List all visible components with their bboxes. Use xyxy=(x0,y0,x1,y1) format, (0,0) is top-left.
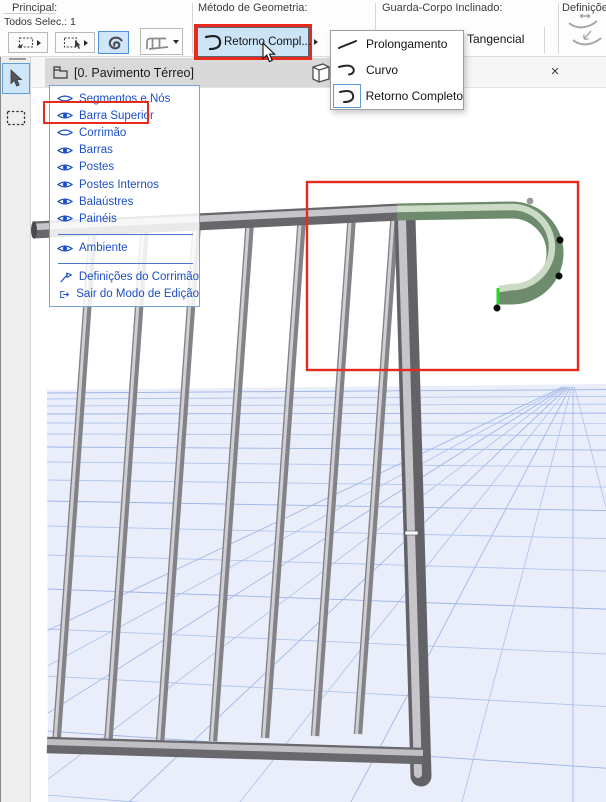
eye-open-icon[interactable] xyxy=(57,243,73,254)
snap-magnet-button[interactable] xyxy=(98,31,129,54)
node-handle-3[interactable] xyxy=(493,304,501,312)
railing-settings-icon xyxy=(60,272,72,283)
railing-settings-toolbar-icon[interactable] xyxy=(566,13,604,53)
palette-item-barras[interactable]: Barras xyxy=(50,142,199,159)
palette-item-ambiente[interactable]: Ambiente xyxy=(50,240,199,257)
geometry-method-menu: Prolongamento Curvo Retorno Completo xyxy=(330,30,464,110)
exit-edit-mode-icon xyxy=(60,290,70,298)
viewport-header-bar: [0. Pavimento Térreo] × xyxy=(30,57,606,88)
railing-tool-button[interactable] xyxy=(140,28,183,55)
palette-separator xyxy=(58,233,193,235)
menu-item-label: Prolongamento xyxy=(366,37,448,51)
post-midpoint-handle[interactable] xyxy=(404,530,419,536)
slant-section-label: Guarda-Corpo Inclinado: xyxy=(382,2,503,14)
geometry-method-highlight-box: Retorno Compl... xyxy=(194,24,318,60)
full-return-icon xyxy=(333,84,361,108)
node-handle-gray[interactable] xyxy=(526,197,534,205)
barra-superior-highlight-box xyxy=(43,101,149,124)
eye-open-icon[interactable] xyxy=(57,196,73,207)
full-return-icon xyxy=(204,34,222,51)
menu-item-curvo[interactable]: Curvo xyxy=(331,57,463,83)
slant-value[interactable]: Tangencial xyxy=(467,32,524,46)
geometry-section-label: Método de Geometria: xyxy=(198,2,308,14)
palette-item-paineis[interactable]: Painéis xyxy=(50,210,199,227)
flyout-arrow-icon xyxy=(313,39,318,45)
principal-divider xyxy=(3,13,56,14)
select-settings-button[interactable] xyxy=(8,32,48,53)
selection-status: Todos Selec.: 1 xyxy=(4,16,76,28)
menu-item-label: Retorno Completo xyxy=(365,89,463,103)
marquee-select-icon xyxy=(63,37,80,49)
node-handle-2[interactable] xyxy=(555,272,563,280)
mouse-cursor xyxy=(262,42,276,63)
story-title: [0. Pavimento Térreo] xyxy=(74,65,194,80)
arrow-tool-button[interactable] xyxy=(2,63,30,94)
section-separator xyxy=(558,3,559,54)
palette-item-postes[interactable]: Postes xyxy=(50,159,199,176)
eye-closed-icon[interactable] xyxy=(57,127,73,138)
exit-edit-mode-action[interactable]: Sair do Modo de Edição xyxy=(50,286,199,303)
palette-item-corrimao[interactable]: Corrimão xyxy=(50,124,199,141)
menu-item-retorno-completo[interactable]: Retorno Completo xyxy=(331,83,463,109)
flyout-arrow-icon xyxy=(36,39,41,46)
extension-icon xyxy=(333,32,361,56)
magnet-icon xyxy=(108,36,123,49)
palette-item-postes-internos[interactable]: Postes Internos xyxy=(50,176,199,193)
close-icon[interactable]: × xyxy=(546,62,564,82)
lasso-select-icon xyxy=(16,37,33,49)
story-icon xyxy=(53,66,68,79)
railing-settings-action[interactable]: Definições do Corrimão xyxy=(50,269,199,286)
marquee-settings-button[interactable] xyxy=(55,32,95,53)
eye-open-icon[interactable] xyxy=(57,162,73,173)
dropdown-arrow-icon xyxy=(172,39,179,44)
geometry-method-button[interactable]: Retorno Compl... xyxy=(197,27,318,57)
archicad-railing-edit-window: [0. Pavimento Térreo] × Principal: Todos… xyxy=(0,0,606,802)
curve-icon xyxy=(333,58,361,82)
railing-icon xyxy=(145,37,168,50)
eye-open-icon[interactable] xyxy=(57,179,73,190)
palette-separator xyxy=(58,262,193,264)
eye-open-icon[interactable] xyxy=(57,213,73,224)
story-title-bar: [0. Pavimento Térreo] xyxy=(45,58,337,87)
toolbox-grip[interactable] xyxy=(9,58,26,60)
minor-separator xyxy=(544,27,545,54)
left-toolbox xyxy=(0,57,31,802)
flyout-arrow-icon xyxy=(83,39,88,46)
arrow-cursor-icon xyxy=(10,69,22,87)
section-separator xyxy=(192,3,193,54)
palette-item-balaustres[interactable]: Balaústres xyxy=(50,193,199,210)
top-rail-end-cap xyxy=(31,221,37,239)
marquee-icon xyxy=(6,110,26,125)
marquee-tool-button[interactable] xyxy=(2,102,30,133)
menu-item-prolongamento[interactable]: Prolongamento xyxy=(331,31,463,57)
menu-item-label: Curvo xyxy=(366,63,399,77)
node-handle-1[interactable] xyxy=(556,236,564,244)
eye-open-icon[interactable] xyxy=(57,145,73,156)
